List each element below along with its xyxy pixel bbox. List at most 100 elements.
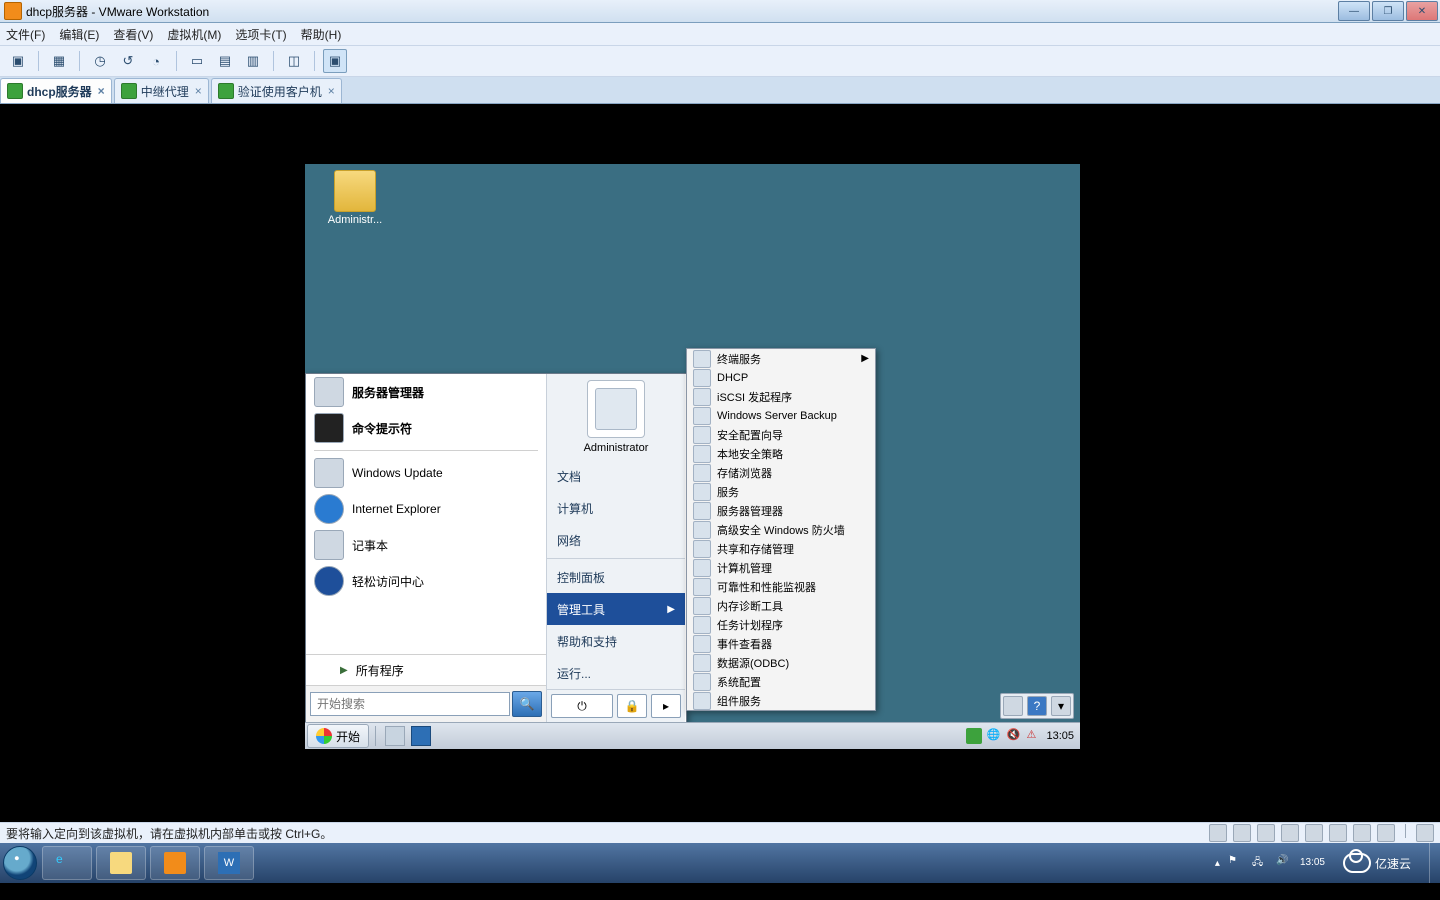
unity-icon[interactable]: ◫ (282, 49, 306, 73)
menu-file[interactable]: 文件(F) (6, 26, 45, 43)
device-cd-icon[interactable] (1233, 824, 1251, 842)
message-log-icon[interactable] (1416, 824, 1434, 842)
guest-start-button[interactable]: 开始 (307, 724, 369, 748)
device-display-icon[interactable] (1377, 824, 1395, 842)
sub-odbc[interactable]: 数据源(ODBC) (687, 653, 875, 672)
tray-network-icon[interactable]: 🖧 (1252, 855, 1268, 871)
firewall-icon (693, 521, 711, 539)
sm-right-computer[interactable]: 计算机 (547, 492, 685, 524)
tray-security-icon[interactable]: ⚠ (1026, 728, 1042, 744)
tray-vmtools-icon[interactable] (966, 728, 982, 744)
device-floppy-icon[interactable] (1257, 824, 1275, 842)
power-on-icon[interactable]: ▣ (6, 49, 30, 73)
sub-computer-mgmt[interactable]: 计算机管理 (687, 558, 875, 577)
sm-item-cmd[interactable]: 命令提示符 (306, 410, 546, 446)
power-options-button[interactable]: ▸ (651, 694, 681, 718)
taskbar-vmware[interactable] (150, 846, 200, 880)
guest-viewport[interactable]: Administr... ? ▾ 服务器管理器 命令提示符 Windows Up… (0, 104, 1440, 822)
close-button[interactable]: ✕ (1406, 1, 1438, 21)
sm-right-admin-tools[interactable]: 管理工具▶ (547, 593, 685, 625)
taskbar-ie[interactable]: e (42, 846, 92, 880)
sm-profile[interactable]: Administrator (547, 374, 685, 460)
quicklaunch-server-manager-icon[interactable] (385, 726, 405, 746)
sub-memory-diag[interactable]: 内存诊断工具 (687, 596, 875, 615)
device-usb-icon[interactable] (1305, 824, 1323, 842)
sm-item-ease-of-access[interactable]: 轻松访问中心 (306, 563, 546, 599)
search-button[interactable]: 🔍 (512, 691, 542, 717)
sm-right-help[interactable]: 帮助和支持 (547, 625, 685, 657)
guest-clock[interactable]: 13:05 (1046, 730, 1074, 742)
guest-desktop[interactable]: Administr... ? ▾ 服务器管理器 命令提示符 Windows Up… (305, 164, 1080, 749)
sm-item-windows-update[interactable]: Windows Update (306, 455, 546, 491)
help-icon[interactable]: ? (1027, 696, 1047, 716)
tray-flag-icon[interactable]: ⚑ (1228, 855, 1244, 871)
thumbnail-icon[interactable]: ▤ (213, 49, 237, 73)
component-icon (693, 692, 711, 710)
menu-edit[interactable]: 编辑(E) (59, 26, 99, 43)
sm-right-run[interactable]: 运行... (547, 657, 685, 689)
vm-tab-dhcp[interactable]: dhcp服务器 × (0, 78, 112, 103)
sub-dhcp[interactable]: DHCP (687, 368, 875, 387)
sub-sec-config[interactable]: 安全配置向导 (687, 425, 875, 444)
sm-item-server-manager[interactable]: 服务器管理器 (306, 374, 546, 410)
sub-server-manager[interactable]: 服务器管理器 (687, 501, 875, 520)
sub-local-sec-policy[interactable]: 本地安全策略 (687, 444, 875, 463)
tray-network-icon[interactable]: 🌐 (986, 728, 1002, 744)
tab-close-icon[interactable]: × (328, 84, 335, 98)
device-sound-icon[interactable] (1329, 824, 1347, 842)
sm-item-ie[interactable]: Internet Explorer (306, 491, 546, 527)
menu-help[interactable]: 帮助(H) (301, 26, 342, 43)
taskbar-explorer[interactable] (96, 846, 146, 880)
snapshot-revert-icon[interactable]: ↺ (116, 49, 140, 73)
sm-right-documents[interactable]: 文档 (547, 460, 685, 492)
tray-volume-icon[interactable]: 🔊 (1276, 855, 1292, 871)
start-search-input[interactable] (310, 692, 510, 716)
sub-services[interactable]: 服务 (687, 482, 875, 501)
minimize-button[interactable]: — (1338, 1, 1370, 21)
vm-tab-client[interactable]: 验证使用客户机 × (211, 78, 342, 103)
sub-perf-monitor[interactable]: 可靠性和性能监视器 (687, 577, 875, 596)
quicklaunch-show-desktop-icon[interactable] (411, 726, 431, 746)
device-net-icon[interactable] (1281, 824, 1299, 842)
sub-task-scheduler[interactable]: 任务计划程序 (687, 615, 875, 634)
multi-monitor-icon[interactable]: ▥ (241, 49, 265, 73)
sub-terminal-services[interactable]: 终端服务▶ (687, 349, 875, 368)
sub-component-services[interactable]: 组件服务 (687, 691, 875, 710)
tray-expand-icon[interactable]: ▴ (1215, 858, 1220, 869)
sm-all-programs[interactable]: ▶ 所有程序 (306, 654, 546, 685)
show-desktop-button[interactable] (1429, 843, 1440, 883)
power-button[interactable]: ⏻ (551, 694, 613, 718)
device-hdd-icon[interactable] (1209, 824, 1227, 842)
menu-vm[interactable]: 虚拟机(M) (167, 26, 221, 43)
snapshot-icon[interactable]: ▦ (47, 49, 71, 73)
sub-iscsi[interactable]: iSCSI 发起程序 (687, 387, 875, 406)
vm-tab-relay[interactable]: 中继代理 × (114, 78, 209, 103)
snapshot-manage-icon[interactable]: ◔ (144, 49, 168, 73)
tab-close-icon[interactable]: × (195, 84, 202, 98)
menu-view[interactable]: 查看(V) (113, 26, 153, 43)
maximize-button[interactable]: ❐ (1372, 1, 1404, 21)
sm-right-control-panel[interactable]: 控制面板 (547, 561, 685, 593)
device-printer-icon[interactable] (1353, 824, 1371, 842)
device-icon[interactable] (1003, 696, 1023, 716)
tray-sound-icon[interactable]: 🔇 (1006, 728, 1022, 744)
sub-event-viewer[interactable]: 事件查看器 (687, 634, 875, 653)
sub-firewall[interactable]: 高级安全 Windows 防火墙 (687, 520, 875, 539)
taskbar-word[interactable]: W (204, 846, 254, 880)
sm-item-notepad[interactable]: 记事本 (306, 527, 546, 563)
sub-share-storage[interactable]: 共享和存储管理 (687, 539, 875, 558)
tab-close-icon[interactable]: × (98, 84, 105, 98)
win7-clock[interactable]: 13:05 (1300, 857, 1325, 869)
snapshot-take-icon[interactable]: ◷ (88, 49, 112, 73)
sub-storage-explorer[interactable]: 存储浏览器 (687, 463, 875, 482)
sub-ws-backup[interactable]: Windows Server Backup (687, 406, 875, 425)
chevron-down-icon[interactable]: ▾ (1051, 696, 1071, 716)
sm-right-network[interactable]: 网络 (547, 524, 685, 556)
menu-tabs[interactable]: 选项卡(T) (235, 26, 286, 43)
desktop-admin-folder[interactable]: Administr... (315, 170, 395, 226)
lock-button[interactable]: 🔒 (617, 694, 647, 718)
sub-system-config[interactable]: 系统配置 (687, 672, 875, 691)
win7-start-button[interactable] (0, 843, 40, 883)
show-console-icon[interactable]: ▭ (185, 49, 209, 73)
fullscreen-icon[interactable]: ▣ (323, 49, 347, 73)
